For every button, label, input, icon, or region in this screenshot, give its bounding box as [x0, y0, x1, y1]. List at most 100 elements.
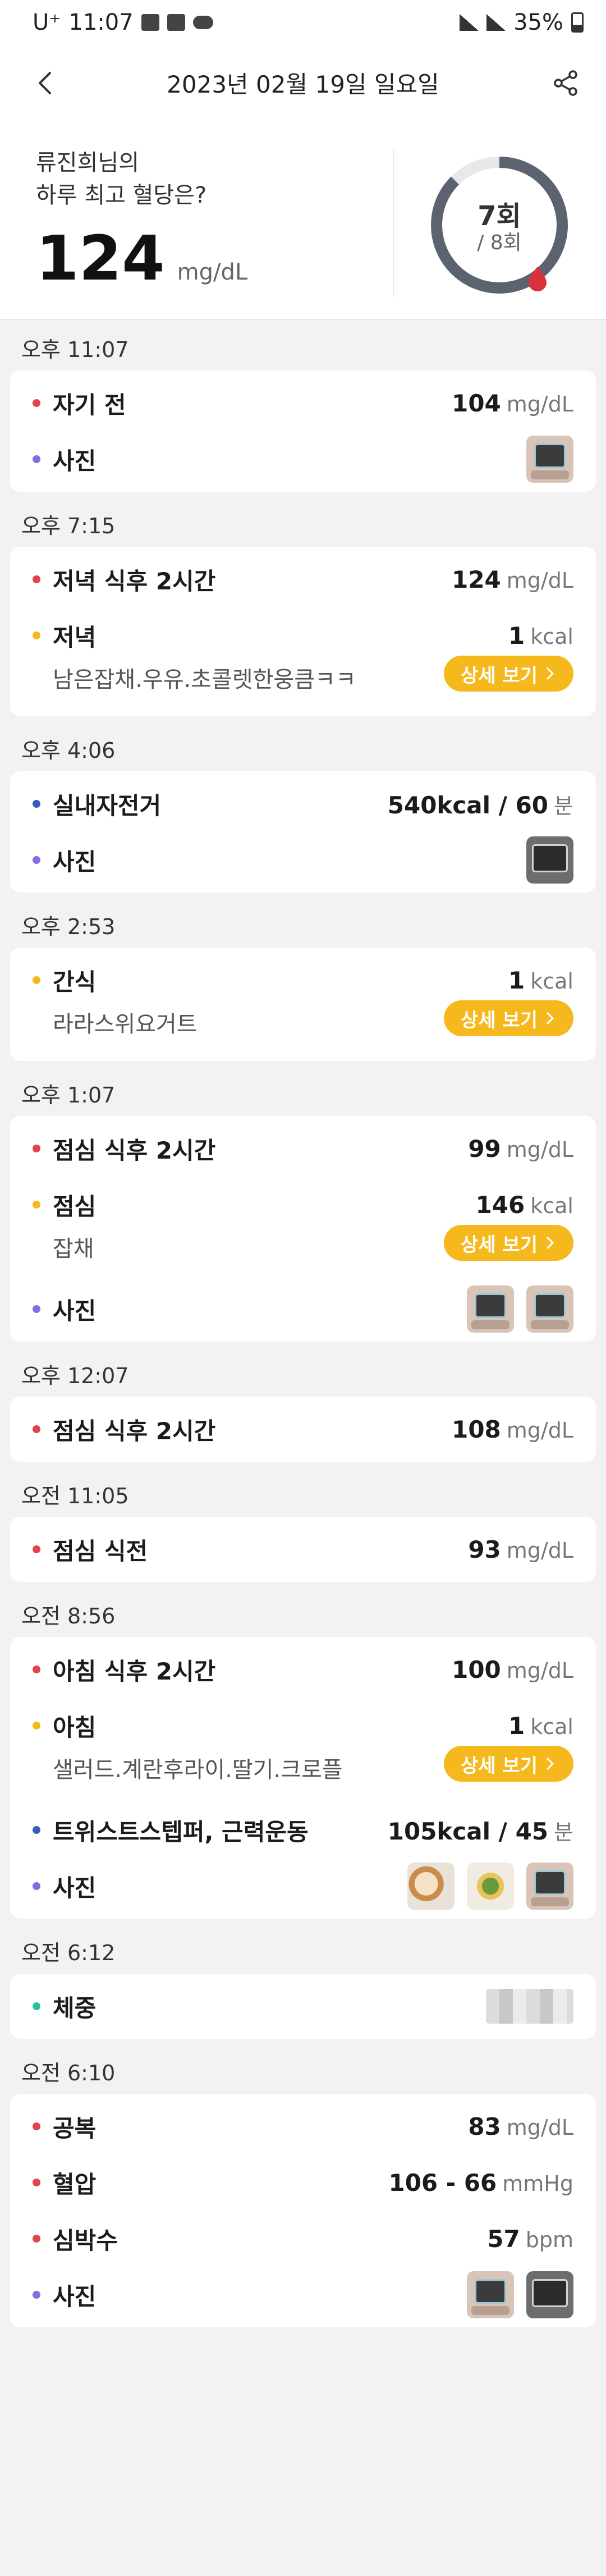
red-category-dot: [33, 1145, 40, 1152]
record-card[interactable]: 점심 식후 2시간 99 mg/dL 점심 146 kcal 잡채 상세 보기 사진: [10, 1116, 596, 1342]
chevron-right-icon: [546, 667, 554, 680]
record-value: 105kcal / 45 분: [388, 1815, 573, 1846]
photo-thumbnail[interactable]: [467, 1863, 514, 1910]
photo-thumbnail[interactable]: [467, 1285, 514, 1333]
record-card[interactable]: 실내자전거 540kcal / 60 분사진: [10, 771, 596, 893]
record-row[interactable]: 혈압 106 - 66 mmHg: [10, 2160, 596, 2205]
record-card[interactable]: 점심 식전 93 mg/dL: [10, 1517, 596, 1582]
record-row[interactable]: 저녁 1 kcal: [10, 613, 596, 658]
record-label: 점심: [53, 1192, 97, 1220]
detail-button-label: 상세 보기: [461, 1233, 538, 1256]
red-category-dot: [33, 2122, 40, 2130]
record-value: 57 bpm: [487, 2225, 573, 2253]
record-row[interactable]: 트위스트스텝퍼, 근력운동 105kcal / 45 분: [10, 1808, 596, 1852]
meter-screen: [475, 2279, 506, 2304]
record-row[interactable]: 점심 식후 2시간 99 mg/dL: [10, 1126, 596, 1171]
value-number: 57: [487, 2225, 520, 2253]
record-row[interactable]: 아침 1 kcal: [10, 1703, 596, 1748]
record-row[interactable]: 사진: [10, 1863, 596, 1910]
value-number: 83: [468, 2112, 501, 2140]
gallery-icon: [141, 14, 159, 31]
record-value: 146 kcal: [476, 1191, 573, 1219]
back-arrow-icon: [39, 72, 51, 94]
meter-screen: [532, 844, 568, 872]
detail-button-label: 상세 보기: [461, 664, 538, 687]
record-row[interactable]: 점심 식후 2시간 108 mg/dL: [10, 1407, 596, 1452]
chevron-right-icon: [546, 1236, 554, 1250]
detail-button-label: 상세 보기: [461, 1754, 538, 1777]
record-row[interactable]: 사진: [10, 2271, 596, 2318]
measurement-total: / 8회: [477, 231, 522, 254]
record-value: 1 kcal: [508, 1712, 573, 1740]
detail-button[interactable]: 상세 보기: [444, 656, 573, 692]
record-row[interactable]: 심박수 57 bpm: [10, 2216, 596, 2261]
record-value: 124 mg/dL: [452, 566, 573, 593]
value-unit: mg/dL: [506, 2115, 573, 2140]
record-card[interactable]: 간식 1 kcal 라라스위요거트 상세 보기: [10, 948, 596, 1061]
photo-thumbnail[interactable]: [526, 2271, 573, 2318]
red-category-dot: [33, 1425, 40, 1433]
value-number: 108: [452, 1415, 501, 1443]
time-header: 오후 11:07: [21, 337, 129, 362]
record-card[interactable]: 체중: [10, 1974, 596, 2039]
record-value: 106 - 66 mmHg: [388, 2169, 573, 2197]
record-row[interactable]: 실내자전거 540kcal / 60 분: [10, 781, 596, 826]
time-header: 오후 12:07: [21, 1364, 129, 1388]
value-number: 93: [468, 1535, 501, 1563]
back-button[interactable]: [28, 66, 62, 100]
photo-thumbnail[interactable]: [467, 2271, 514, 2318]
record-row[interactable]: 사진: [10, 836, 596, 884]
status-left: U⁺ 11:07: [33, 10, 213, 35]
summary-value-row: 124 mg/dL: [36, 227, 247, 289]
photo-thumbnail[interactable]: [526, 1863, 573, 1910]
record-card[interactable]: 공복 83 mg/dL 혈압 106 - 66 mmHg 심박수 57 bpm 사진: [10, 2094, 596, 2327]
record-label: 점심 식후 2시간: [53, 1417, 216, 1445]
value-unit: mg/dL: [506, 1658, 573, 1683]
meal-description: 남은잡채.우유.초콜렛한웅큼ㅋㅋ: [53, 667, 356, 693]
record-card[interactable]: 아침 식후 2시간 100 mg/dL 아침 1 kcal 샐러드.계란후라이.딸기.크로플…: [10, 1637, 596, 1919]
yellow-category-dot: [33, 1722, 40, 1729]
record-row[interactable]: 사진: [10, 1285, 596, 1333]
record-label: 트위스트스텝퍼, 근력운동: [53, 1818, 309, 1846]
record-label: 점심 식후 2시간: [53, 1136, 216, 1164]
photo-thumbnail[interactable]: [407, 1863, 454, 1910]
record-card[interactable]: 자기 전 104 mg/dL 사진: [10, 370, 596, 492]
detail-button-label: 상세 보기: [461, 1009, 538, 1032]
record-card[interactable]: 저녁 식후 2시간 124 mg/dL 저녁 1 kcal 남은잡채.우유.초콜렛한웅큼ㅋㅋ…: [10, 547, 596, 716]
purple-category-dot: [33, 1882, 40, 1890]
time-header: 오후 4:06: [21, 738, 116, 763]
photo-thumbnail[interactable]: [526, 836, 573, 884]
record-value: 108 mg/dL: [452, 1416, 573, 1443]
record-row[interactable]: 사진: [10, 436, 596, 483]
chevron-right-icon: [546, 1757, 554, 1770]
record-value: 99 mg/dL: [468, 1135, 573, 1163]
detail-button[interactable]: 상세 보기: [444, 1000, 573, 1036]
detail-button[interactable]: 상세 보기: [444, 1225, 573, 1261]
meter-base: [531, 470, 569, 479]
meal-description: 라라스위요거트: [53, 1012, 198, 1037]
record-row[interactable]: 저녁 식후 2시간 124 mg/dL: [10, 557, 596, 602]
record-card[interactable]: 점심 식후 2시간 108 mg/dL: [10, 1397, 596, 1462]
record-row[interactable]: 간식 1 kcal: [10, 958, 596, 1003]
record-row[interactable]: 아침 식후 2시간 100 mg/dL: [10, 1647, 596, 1692]
record-row[interactable]: 체중: [10, 1984, 596, 2029]
meter-screen: [475, 1293, 506, 1318]
photo-thumbnail[interactable]: [486, 1989, 573, 2024]
purple-category-dot: [33, 2291, 40, 2299]
purple-category-dot: [33, 856, 40, 864]
record-row[interactable]: 자기 전 104 mg/dL: [10, 381, 596, 425]
meter-screen: [534, 1293, 566, 1318]
value-unit: kcal: [530, 1714, 573, 1739]
record-row[interactable]: 점심 식전 93 mg/dL: [10, 1527, 596, 1572]
value-number: 146: [475, 1191, 525, 1219]
record-row[interactable]: 공복 83 mg/dL: [10, 2104, 596, 2149]
share-button[interactable]: [548, 65, 584, 101]
detail-button[interactable]: 상세 보기: [444, 1746, 573, 1782]
record-label: 사진: [53, 447, 97, 475]
meal-description: 샐러드.계란후라이.딸기.크로플: [53, 1757, 343, 1783]
yellow-category-dot: [33, 976, 40, 984]
photo-thumbnail[interactable]: [526, 1285, 573, 1333]
record-row[interactable]: 점심 146 kcal: [10, 1182, 596, 1227]
teal-category-dot: [33, 2002, 40, 2010]
photo-thumbnail[interactable]: [526, 436, 573, 483]
